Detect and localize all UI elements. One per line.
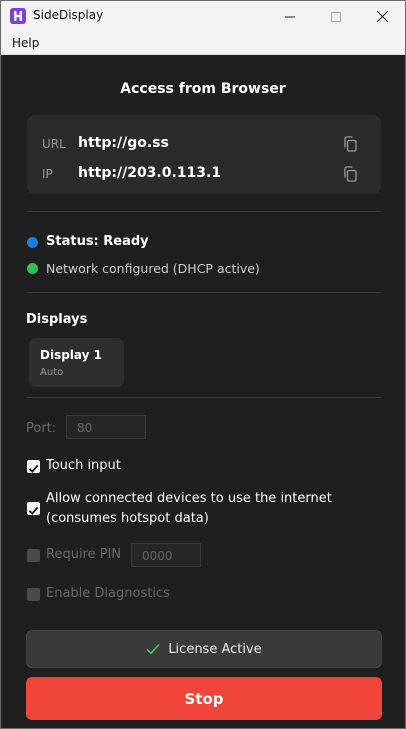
touch-input-label: Touch input [46, 458, 121, 473]
checkmark-icon [28, 506, 39, 515]
stop-label: Stop [184, 689, 224, 708]
checkmark-icon [146, 643, 160, 655]
display-card[interactable]: Display 1 Auto [29, 338, 124, 387]
app-logo-icon [10, 8, 26, 24]
url-key: URL [42, 137, 66, 151]
access-card: URL http://go.ss IP http://203.0.113.1 [27, 115, 381, 194]
window-title: SideDisplay [33, 8, 104, 22]
displays-heading: Displays [26, 312, 88, 327]
maximize-icon [331, 11, 341, 22]
enable-diagnostics-label: Enable Diagnostics [46, 586, 170, 601]
network-status-text: Network configured (DHCP active) [46, 261, 260, 276]
url-value[interactable]: http://go.ss [78, 135, 169, 151]
app-window: SideDisplay Help Access from Browser URL… [0, 0, 406, 729]
access-heading: Access from Browser [120, 81, 286, 97]
checkmark-icon [28, 464, 39, 473]
network-status-dot-icon [27, 263, 38, 274]
display-mode: Auto [40, 367, 64, 378]
license-active-button[interactable]: License Active [26, 630, 382, 668]
close-icon [376, 11, 388, 22]
divider [27, 397, 381, 398]
copy-url-icon[interactable] [343, 136, 357, 152]
copy-ip-icon[interactable] [343, 166, 357, 182]
status-ready-text: Status: Ready [46, 234, 149, 249]
close-button[interactable] [359, 1, 405, 32]
require-pin-checkbox[interactable] [27, 549, 40, 562]
allow-internet-label-line2: (consumes hotspot data) [46, 511, 209, 526]
stop-button[interactable]: Stop [26, 677, 382, 720]
menu-help[interactable]: Help [12, 36, 39, 50]
divider [27, 211, 381, 212]
display-name: Display 1 [40, 348, 102, 362]
title-bar: SideDisplay [1, 1, 405, 32]
port-label: Port: [26, 421, 57, 436]
require-pin-label: Require PIN [46, 547, 122, 562]
divider [27, 292, 381, 293]
allow-internet-checkbox[interactable] [27, 502, 40, 515]
main-content: Access from Browser URL http://go.ss IP … [1, 55, 405, 728]
maximize-button[interactable] [313, 1, 359, 32]
pin-input[interactable]: 0000 [131, 543, 201, 567]
ip-key: IP [42, 167, 53, 181]
port-input[interactable]: 80 [66, 415, 146, 439]
enable-diagnostics-checkbox[interactable] [27, 588, 40, 601]
minimize-icon [285, 16, 295, 17]
license-active-label: License Active [168, 641, 262, 657]
touch-input-checkbox[interactable] [27, 460, 40, 473]
allow-internet-label-line1: Allow connected devices to use the inter… [46, 491, 332, 506]
status-ready-dot-icon [27, 237, 38, 248]
minimize-button[interactable] [267, 1, 313, 32]
menu-bar: Help [1, 32, 405, 55]
ip-value[interactable]: http://203.0.113.1 [78, 165, 221, 181]
